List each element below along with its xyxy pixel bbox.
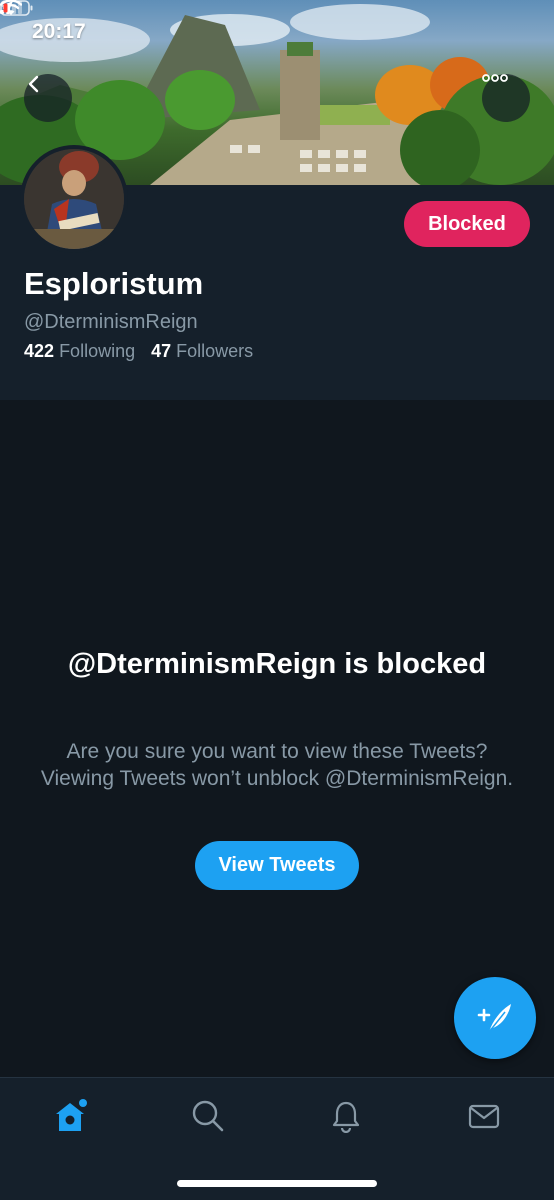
more-dots-icon — [482, 74, 508, 82]
search-icon — [192, 1100, 224, 1132]
compose-tweet-button[interactable] — [454, 977, 536, 1059]
blocked-title: @DterminismReign is blocked — [67, 648, 487, 680]
status-time: 20:17 — [1, 1, 86, 44]
compose-feather-icon — [477, 1004, 511, 1033]
blocked-button[interactable]: Blocked — [404, 201, 530, 247]
nav-home[interactable] — [40, 1096, 100, 1136]
nav-messages[interactable] — [454, 1096, 514, 1136]
following-count: 422 — [24, 341, 55, 361]
home-indicator[interactable] — [177, 1180, 377, 1187]
avatar-painting-image — [24, 149, 124, 249]
followers-label: Followers — [176, 341, 254, 361]
mail-icon — [468, 1104, 500, 1129]
more-options-button[interactable] — [482, 74, 530, 122]
followers-count: 47 — [151, 341, 172, 361]
home-icon — [56, 1099, 87, 1131]
following-stat[interactable]: 422 Following — [24, 341, 135, 362]
battery-low-icon — [0, 0, 33, 16]
blocked-description: Are you sure you want to view these Twee… — [40, 740, 514, 790]
nav-search[interactable] — [178, 1096, 238, 1136]
nav-notifications[interactable] — [316, 1096, 376, 1136]
status-bar: 20:17 — [0, 0, 554, 64]
profile-display-name: Esploristum — [24, 266, 204, 301]
chevron-left-icon — [28, 75, 39, 93]
profile-handle: @DterminismReign — [24, 311, 198, 333]
bell-icon — [332, 1101, 360, 1133]
view-tweets-button[interactable]: View Tweets — [195, 841, 359, 890]
avatar[interactable] — [20, 145, 128, 253]
profile-stats: 422 Following 47 Followers — [24, 341, 253, 362]
followers-stat[interactable]: 47 Followers — [151, 341, 253, 362]
back-button[interactable] — [24, 74, 72, 122]
following-label: Following — [59, 341, 136, 361]
